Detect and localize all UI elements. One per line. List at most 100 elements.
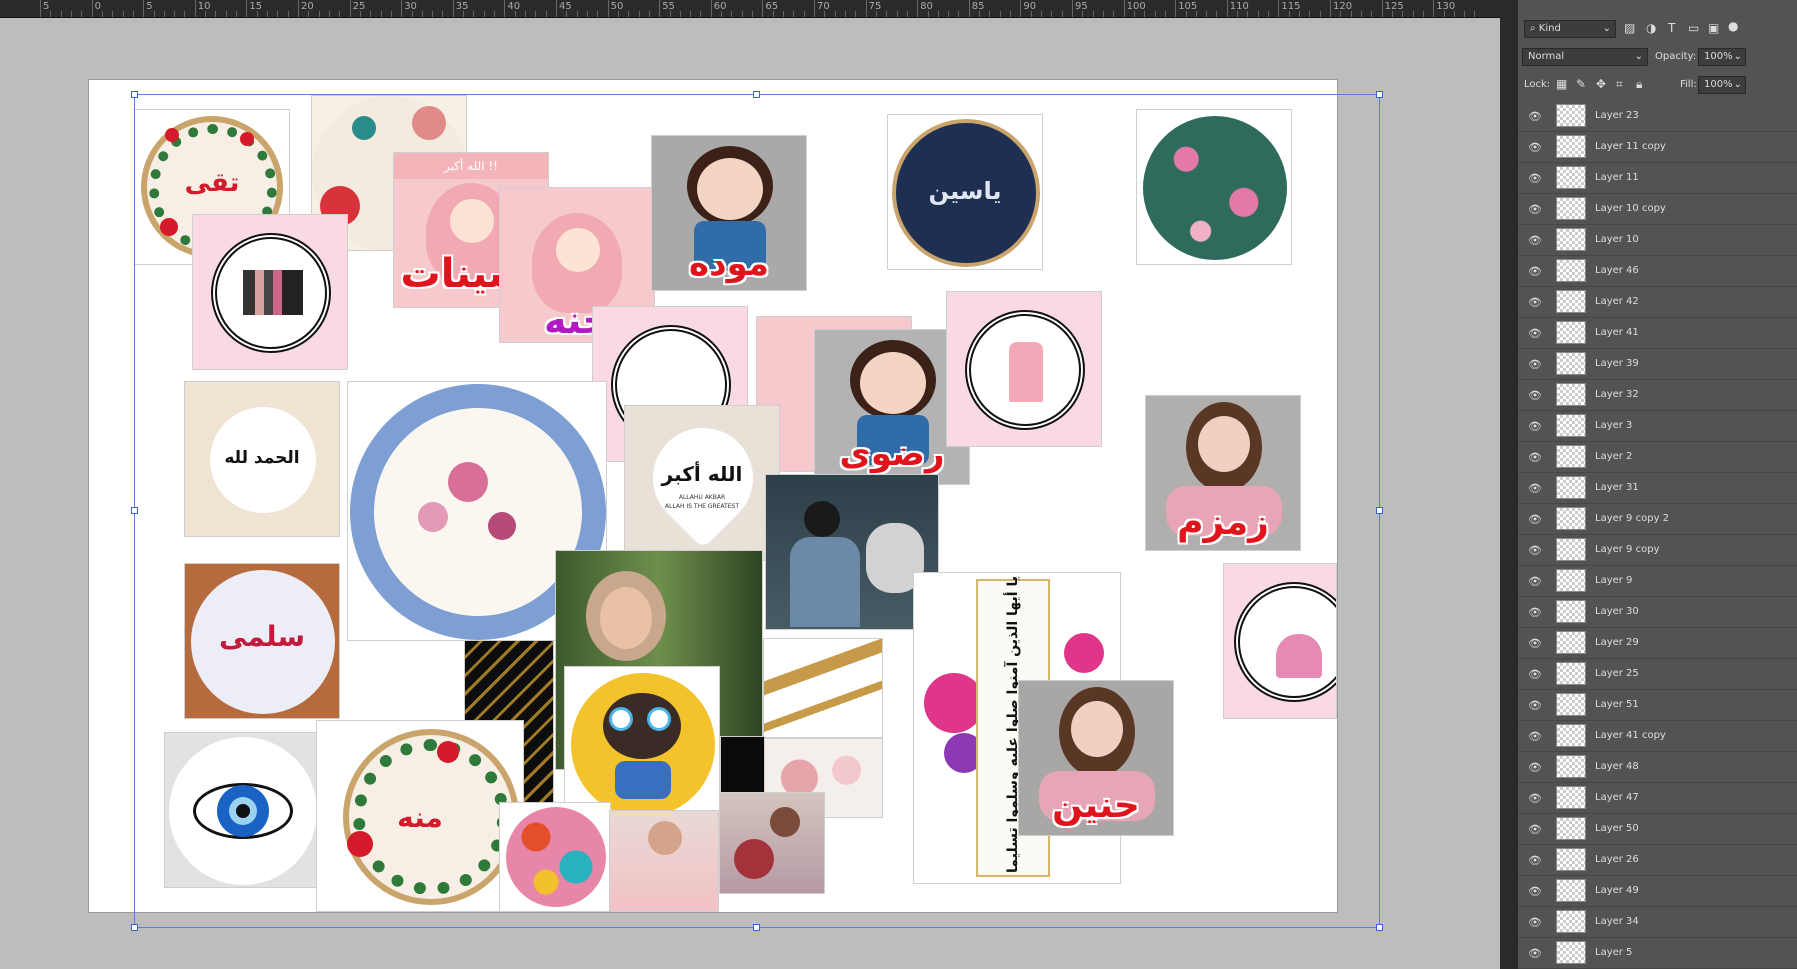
layer-row[interactable]: 👁︎ Layer 39 <box>1518 349 1797 380</box>
filter-pixel-icon[interactable]: ▨ <box>1624 21 1635 35</box>
visibility-eye-icon[interactable]: 👁︎ <box>1528 668 1542 681</box>
layer-row[interactable]: 👁︎ Layer 26 <box>1518 845 1797 876</box>
visibility-eye-icon[interactable]: 👁︎ <box>1528 451 1542 464</box>
layer-row[interactable]: 👁︎ Layer 31 <box>1518 473 1797 504</box>
layer-row[interactable]: 👁︎ Layer 51 <box>1518 690 1797 721</box>
visibility-eye-icon[interactable]: 👁︎ <box>1528 823 1542 836</box>
visibility-eye-icon[interactable]: 👁︎ <box>1528 916 1542 929</box>
layer-name[interactable]: Layer 9 copy 2 <box>1595 513 1669 524</box>
tile-hanin-girl[interactable]: حنين <box>1018 680 1174 836</box>
tile-makeup-frame[interactable] <box>192 214 348 370</box>
layer-row[interactable]: 👁︎ Layer 2 <box>1518 442 1797 473</box>
horizontal-ruler[interactable]: 5 0 5 10 15 20 25 30 35 40 45 50 55 60 65 70 75 80 85 90 95 1… <box>0 0 1500 18</box>
layer-name[interactable]: Layer 3 <box>1595 420 1632 431</box>
visibility-eye-icon[interactable]: 👁︎ <box>1528 513 1542 526</box>
layer-row[interactable]: 👁︎ Layer 3 <box>1518 411 1797 442</box>
layer-name[interactable]: Layer 11 copy <box>1595 141 1666 152</box>
tile-zamzam-girl[interactable]: زمزم <box>1145 395 1301 551</box>
tile-allahu-akbar-heart[interactable]: الله أكبر ALLAHU AKBAR ALLAH IS THE GREA… <box>624 405 780 561</box>
visibility-eye-icon[interactable]: 👁︎ <box>1528 265 1542 278</box>
filter-type-icon[interactable]: T <box>1668 21 1675 35</box>
visibility-eye-icon[interactable]: 👁︎ <box>1528 730 1542 743</box>
layer-name[interactable]: Layer 9 copy <box>1595 544 1659 555</box>
layer-row[interactable]: 👁︎ Layer 41 <box>1518 318 1797 349</box>
layer-name[interactable]: Layer 25 <box>1595 668 1639 679</box>
opacity-field[interactable]: 100% ⌄ <box>1698 48 1746 66</box>
blend-mode-select[interactable]: Normal ⌄ <box>1522 48 1648 66</box>
layer-row[interactable]: 👁︎ Layer 32 <box>1518 380 1797 411</box>
tile-mawada-cartoon-girl[interactable]: موده <box>651 135 807 291</box>
tile-photo-girl-pink[interactable] <box>609 810 719 912</box>
layer-name[interactable]: Layer 9 <box>1595 575 1632 586</box>
tile-yasin-space[interactable]: ياسين <box>887 114 1043 270</box>
visibility-eye-icon[interactable]: 👁︎ <box>1528 296 1542 309</box>
layer-name[interactable]: Layer 51 <box>1595 699 1639 710</box>
filter-adjustment-icon[interactable]: ◑ <box>1646 21 1656 35</box>
tile-salma-embroidery[interactable]: سلمى <box>184 563 340 719</box>
layer-row[interactable]: 👁︎ Layer 41 copy <box>1518 721 1797 752</box>
visibility-eye-icon[interactable]: 👁︎ <box>1528 637 1542 650</box>
tile-heels-frame[interactable] <box>946 291 1102 447</box>
visibility-eye-icon[interactable]: 👁︎ <box>1528 203 1542 216</box>
visibility-eye-icon[interactable]: 👁︎ <box>1528 172 1542 185</box>
layer-name[interactable]: Layer 29 <box>1595 637 1639 648</box>
layer-row[interactable]: 👁︎ Layer 30 <box>1518 597 1797 628</box>
handle-bottom-center[interactable] <box>753 924 760 931</box>
visibility-eye-icon[interactable]: 👁︎ <box>1528 389 1542 402</box>
layer-name[interactable]: Layer 50 <box>1595 823 1639 834</box>
layer-name[interactable]: Layer 2 <box>1595 451 1632 462</box>
filter-toggle-icon[interactable]: ● <box>1728 19 1738 33</box>
layer-row[interactable]: 👁︎ Layer 46 <box>1518 256 1797 287</box>
visibility-eye-icon[interactable]: 👁︎ <box>1528 947 1542 960</box>
handle-bottom-right[interactable] <box>1376 924 1383 931</box>
lock-artboard-icon[interactable]: ⌗ <box>1616 77 1623 92</box>
visibility-eye-icon[interactable]: 👁︎ <box>1528 854 1542 867</box>
layer-name[interactable]: Layer 10 <box>1595 234 1639 245</box>
layer-row[interactable]: 👁︎ Layer 11 copy <box>1518 132 1797 163</box>
visibility-eye-icon[interactable]: 👁︎ <box>1528 699 1542 712</box>
filter-smart-object-icon[interactable]: ▣ <box>1708 21 1719 35</box>
layer-name[interactable]: Layer 30 <box>1595 606 1639 617</box>
layer-name[interactable]: Layer 5 <box>1595 947 1632 958</box>
tile-tropical-pattern[interactable] <box>1136 109 1292 265</box>
tile-colorful-abstract[interactable] <box>499 802 611 912</box>
layer-name[interactable]: Layer 32 <box>1595 389 1639 400</box>
layer-name[interactable]: Layer 41 <box>1595 327 1639 338</box>
layer-name[interactable]: Layer 46 <box>1595 265 1639 276</box>
visibility-eye-icon[interactable]: 👁︎ <box>1528 792 1542 805</box>
lock-move-icon[interactable]: ✥ <box>1596 77 1606 91</box>
layer-row[interactable]: 👁︎ Layer 29 <box>1518 628 1797 659</box>
layer-filter-kind[interactable]: ⌕ Kind ⌄ <box>1524 20 1616 38</box>
layer-name[interactable]: Layer 23 <box>1595 110 1639 121</box>
layer-name[interactable]: Layer 34 <box>1595 916 1639 927</box>
layer-name[interactable]: Layer 10 copy <box>1595 203 1666 214</box>
tile-photo-girl-flowers[interactable] <box>719 792 825 894</box>
layer-row[interactable]: 👁︎ Layer 49 <box>1518 876 1797 907</box>
tile-alhamdulillah[interactable]: الحمد لله <box>184 381 340 537</box>
layer-row[interactable]: 👁︎ Layer 50 <box>1518 814 1797 845</box>
layer-row[interactable]: 👁︎ Layer 5 <box>1518 938 1797 969</box>
layer-name[interactable]: Layer 49 <box>1595 885 1639 896</box>
layer-row[interactable]: 👁︎ Layer 48 <box>1518 752 1797 783</box>
layer-name[interactable]: Layer 48 <box>1595 761 1639 772</box>
visibility-eye-icon[interactable]: 👁︎ <box>1528 606 1542 619</box>
handle-bottom-left[interactable] <box>131 924 138 931</box>
filter-shape-icon[interactable]: ▭ <box>1688 21 1699 35</box>
visibility-eye-icon[interactable]: 👁︎ <box>1528 544 1542 557</box>
layer-name[interactable]: Layer 42 <box>1595 296 1639 307</box>
visibility-eye-icon[interactable]: 👁︎ <box>1528 885 1542 898</box>
layer-row[interactable]: 👁︎ Layer 9 copy 2 <box>1518 504 1797 535</box>
visibility-eye-icon[interactable]: 👁︎ <box>1528 575 1542 588</box>
lock-brush-icon[interactable]: ✎ <box>1576 77 1586 91</box>
layer-name[interactable]: Layer 26 <box>1595 854 1639 865</box>
visibility-eye-icon[interactable]: 👁︎ <box>1528 110 1542 123</box>
fill-field[interactable]: 100% ⌄ <box>1698 76 1746 94</box>
handle-top-right[interactable] <box>1376 91 1383 98</box>
tile-gold-swirl[interactable] <box>763 638 883 738</box>
layer-row[interactable]: 👁︎ Layer 9 <box>1518 566 1797 597</box>
visibility-eye-icon[interactable]: 👁︎ <box>1528 761 1542 774</box>
layer-name[interactable]: Layer 31 <box>1595 482 1639 493</box>
lock-transparent-icon[interactable]: ▦ <box>1556 77 1567 91</box>
layer-row[interactable]: 👁︎ Layer 10 copy <box>1518 194 1797 225</box>
tile-monkey-plate[interactable] <box>564 666 720 822</box>
